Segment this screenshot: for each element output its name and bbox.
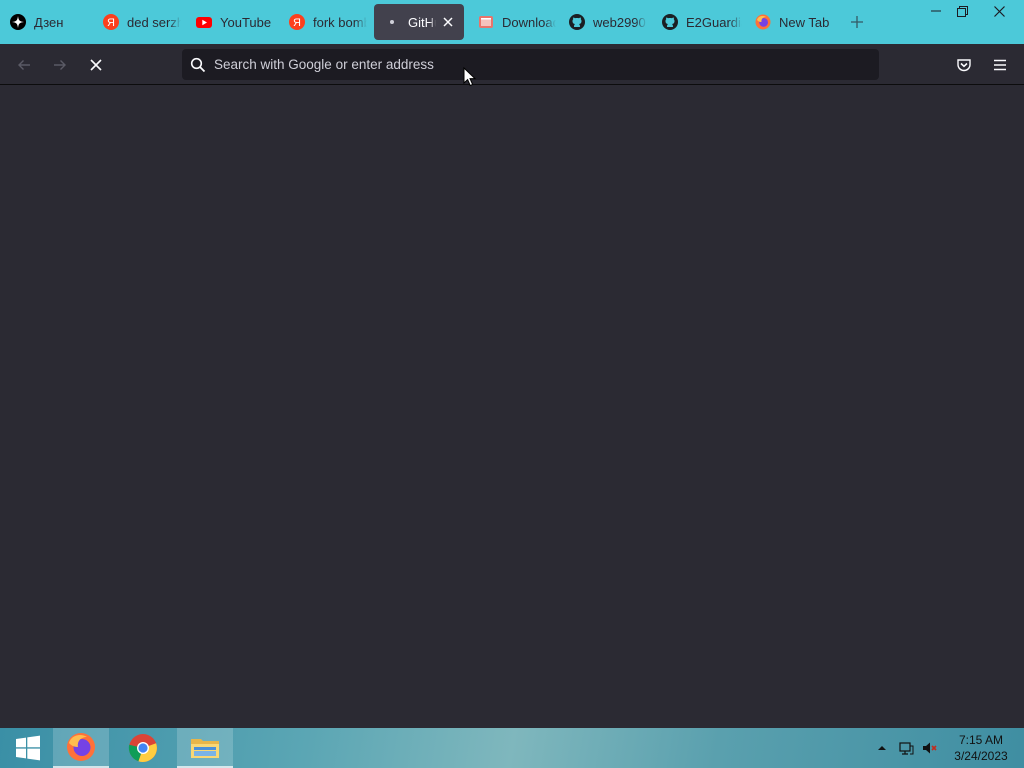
tab-label: Дзен xyxy=(34,14,64,30)
back-arrow-icon xyxy=(18,60,30,70)
restore-icon xyxy=(956,5,968,17)
svg-text:Я: Я xyxy=(107,17,115,29)
start-button[interactable] xyxy=(0,728,56,768)
tab-ded-serzh[interactable]: Я ded serzh xyxy=(93,4,181,40)
download-site-icon xyxy=(478,14,494,30)
mouse-cursor-icon xyxy=(463,67,477,87)
forward-arrow-icon xyxy=(54,60,66,70)
loading-dot-icon xyxy=(384,14,400,30)
svg-text:Я: Я xyxy=(293,17,301,29)
chrome-icon xyxy=(128,734,157,762)
minimize-icon xyxy=(931,10,941,12)
windows-start-icon xyxy=(16,735,40,761)
restore-button[interactable] xyxy=(944,0,980,22)
tab-label: New Tab xyxy=(779,14,830,30)
tab-label: YouTube xyxy=(220,14,272,30)
firefox-icon xyxy=(67,733,95,761)
github-icon xyxy=(569,14,585,30)
close-icon xyxy=(993,5,1005,17)
tab-label: ded serzh xyxy=(127,14,181,30)
close-window-button[interactable] xyxy=(981,0,1017,22)
github-icon xyxy=(662,14,678,30)
tab-dzen[interactable]: Дзен xyxy=(0,4,90,40)
taskbar: 7:15 AM 3/24/2023 xyxy=(0,728,1024,768)
tab-label: web2990 xyxy=(593,14,646,30)
tab-e2guardian[interactable]: E2Guardian xyxy=(652,4,742,40)
page-content-area xyxy=(0,85,1024,728)
tab-new-tab[interactable]: New Tab xyxy=(745,4,837,40)
plus-icon xyxy=(851,16,863,28)
yandex-icon: Я xyxy=(103,14,119,30)
tab-strip: Дзен Я ded serzh YouTube Я fork bomb Git… xyxy=(0,0,1024,44)
new-tab-button[interactable] xyxy=(846,11,868,33)
navigation-toolbar xyxy=(0,44,1024,85)
taskbar-firefox[interactable] xyxy=(53,728,109,768)
yandex-icon: Я xyxy=(289,14,305,30)
taskbar-file-explorer[interactable] xyxy=(177,728,233,768)
firefox-icon xyxy=(755,14,771,30)
pocket-icon xyxy=(957,59,971,72)
tab-youtube[interactable]: YouTube xyxy=(186,4,278,40)
dzen-icon xyxy=(10,14,26,30)
hamburger-menu-icon xyxy=(994,59,1006,71)
stop-icon xyxy=(90,59,102,71)
chevron-up-icon xyxy=(878,746,886,750)
taskbar-chrome[interactable] xyxy=(115,728,171,768)
tab-label: fork bomb xyxy=(313,14,367,30)
stop-loading-button[interactable] xyxy=(83,52,109,78)
tab-label: Download xyxy=(502,14,556,30)
youtube-icon xyxy=(196,14,212,30)
app-menu-button[interactable] xyxy=(987,52,1013,78)
volume-muted-icon[interactable] xyxy=(922,740,938,756)
tab-github-active[interactable]: GitHub xyxy=(374,4,464,40)
tab-download[interactable]: Download xyxy=(468,4,556,40)
system-clock[interactable]: 7:15 AM 3/24/2023 xyxy=(946,732,1016,766)
pocket-button[interactable] xyxy=(951,52,977,78)
tab-fork-bomb[interactable]: Я fork bomb xyxy=(279,4,367,40)
tab-label: E2Guardian xyxy=(686,14,742,30)
search-icon xyxy=(190,57,206,73)
tab-web2990[interactable]: web2990 xyxy=(559,4,647,40)
show-hidden-icons-chevron[interactable] xyxy=(874,740,890,756)
address-bar[interactable] xyxy=(182,49,879,80)
back-button[interactable] xyxy=(11,52,37,78)
tab-label: GitHub xyxy=(408,14,436,30)
close-tab-icon[interactable] xyxy=(440,14,456,30)
network-icon[interactable] xyxy=(898,740,914,756)
clock-date: 3/24/2023 xyxy=(954,749,1008,763)
forward-button[interactable] xyxy=(47,52,73,78)
file-explorer-icon xyxy=(191,739,219,758)
url-input[interactable] xyxy=(214,49,854,80)
clock-time: 7:15 AM xyxy=(958,733,1004,747)
